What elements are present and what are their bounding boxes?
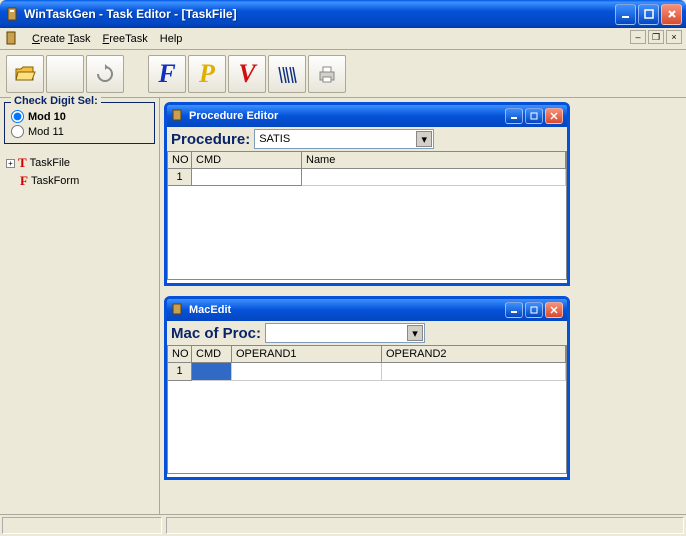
mac-grid[interactable]: NO CMD OPERAND1 OPERAND2 1 [167,345,567,474]
menubar: Create Task FreeTask Help – ❐ × [0,28,686,50]
printer-icon [316,63,338,85]
radio-mod10[interactable]: Mod 10 [11,109,148,124]
cell-op2[interactable] [382,363,566,381]
procedure-editor-title: Procedure Editor [189,110,505,122]
mdi-restore-button[interactable]: ❐ [648,30,664,44]
tree-label: TaskForm [31,175,79,187]
menu-create-task[interactable]: Create Task [26,31,97,47]
proc-minimize-button[interactable] [505,108,523,124]
refresh-button[interactable] [86,55,124,93]
col-operand2: OPERAND2 [382,346,566,363]
mac-of-proc-label: Mac of Proc: [171,325,261,342]
open-button[interactable] [6,55,44,93]
script-f-icon: F [158,59,175,89]
mac-grid-row[interactable]: 1 [168,363,566,381]
left-panel: Check Digit Sel: Mod 10 Mod 11 + T TaskF… [0,98,160,514]
app-icon [4,6,20,22]
mac-maximize-button[interactable] [525,302,543,318]
maximize-button[interactable] [638,4,659,25]
menu-free-task[interactable]: FreeTask [97,31,154,47]
mdi-area: Procedure Editor Procedure: SATIS ▾ [160,98,686,514]
procedure-editor-titlebar[interactable]: Procedure Editor [167,105,567,127]
menu-help[interactable]: Help [154,31,189,47]
refresh-icon [95,64,115,84]
col-operand1: OPERAND1 [232,346,382,363]
radio-mod11[interactable]: Mod 11 [11,124,148,139]
radio-mod10-label: Mod 10 [28,111,66,123]
script-f-button[interactable]: F [148,55,186,93]
check-digit-title: Check Digit Sel: [11,95,101,107]
mdi-close-button[interactable]: × [666,30,682,44]
mac-close-button[interactable] [545,302,563,318]
row-number: 1 [168,363,192,381]
tree-view: + T TaskFile F TaskForm [4,152,155,192]
script-p-button[interactable]: P [188,55,226,93]
print-button[interactable] [308,55,346,93]
letter-f-icon: F [20,173,28,189]
col-cmd: CMD [192,152,302,169]
cell-op1[interactable] [232,363,382,381]
statusbar [0,514,686,536]
procedure-select[interactable]: SATIS ▾ [254,129,434,149]
proc-grid-row[interactable]: 1 [168,169,566,186]
script-v-icon: V [238,59,255,89]
window-icon [171,303,185,317]
cell-name[interactable] [302,169,566,186]
macedit-titlebar[interactable]: MacEdit [167,299,567,321]
menu-app-icon [4,31,20,47]
col-no: NO [168,152,192,169]
row-number: 1 [168,169,192,186]
procedure-label: Procedure: [171,131,250,148]
proc-close-button[interactable] [545,108,563,124]
col-no: NO [168,346,192,363]
window-icon [171,109,185,123]
procedure-grid[interactable]: NO CMD Name 1 [167,151,567,280]
script-p-icon: P [199,59,215,89]
window-title: WinTaskGen - Task Editor - [TaskFile] [24,7,615,21]
chevron-down-icon: ▾ [416,131,432,147]
mdi-minimize-button[interactable]: – [630,30,646,44]
tree-item-taskfile[interactable]: + T TaskFile [6,154,153,172]
tree-expand-icon[interactable]: + [6,159,15,168]
radio-mod11-label: Mod 11 [28,126,64,138]
col-cmd: CMD [192,346,232,363]
close-button[interactable] [661,4,682,25]
toolbar: F P V [0,50,686,98]
chevron-down-icon: ▾ [407,325,423,341]
status-pane-2 [166,517,684,534]
status-pane-1 [2,517,162,534]
cell-cmd[interactable] [192,169,302,186]
radio-mod10-input[interactable] [11,110,24,123]
minimize-button[interactable] [615,4,636,25]
barcode-icon [276,63,298,85]
macedit-title: MacEdit [189,304,505,316]
toolbar-blank-1[interactable] [46,55,84,93]
letter-t-icon: T [18,155,27,171]
tree-label: TaskFile [30,157,70,169]
cell-cmd-selected[interactable] [192,363,232,381]
mac-proc-select[interactable]: ▾ [265,323,425,343]
col-name: Name [302,152,566,169]
tree-item-taskform[interactable]: F TaskForm [6,172,153,190]
main-titlebar: WinTaskGen - Task Editor - [TaskFile] [0,0,686,28]
radio-mod11-input[interactable] [11,125,24,138]
mac-minimize-button[interactable] [505,302,523,318]
script-v-button[interactable]: V [228,55,266,93]
procedure-select-value: SATIS [259,133,290,145]
folder-open-icon [13,62,37,86]
check-digit-group: Check Digit Sel: Mod 10 Mod 11 [4,102,155,144]
procedure-editor-window: Procedure Editor Procedure: SATIS ▾ [164,102,570,286]
macedit-window: MacEdit Mac of Proc: ▾ NO [164,296,570,480]
barcode-button[interactable] [268,55,306,93]
proc-maximize-button[interactable] [525,108,543,124]
